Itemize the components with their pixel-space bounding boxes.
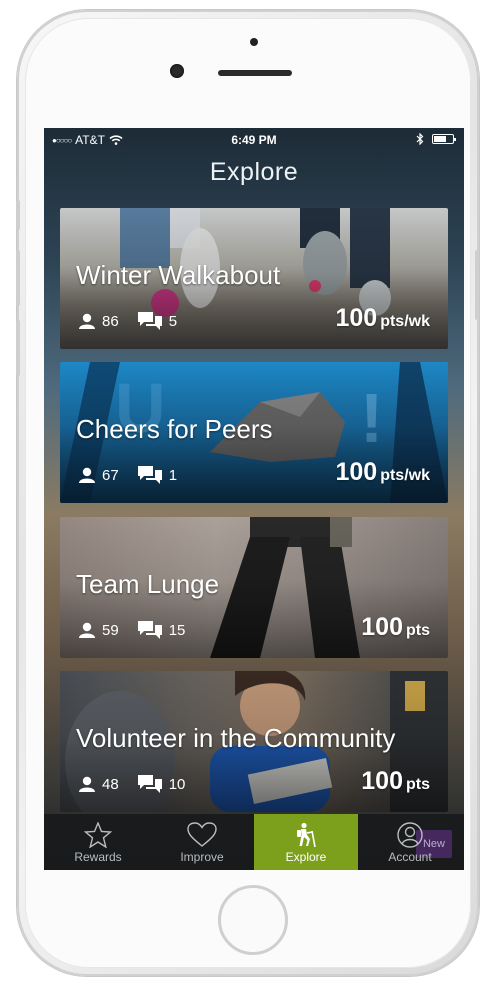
tab-label: Account [388,850,432,864]
challenge-stats: 59 15 [78,620,203,640]
comment-count: 1 [168,466,178,484]
tab-label: Explore [285,850,327,864]
points-unit: pts/wk [380,467,430,484]
person-icon [397,822,423,848]
challenge-points: 100 pts [361,767,430,796]
challenge-stats: 67 1 [78,465,195,485]
challenge-card-volunteer-in-the-community[interactable]: Volunteer in the Community 48 10 100 pts [60,671,448,812]
challenge-card-winter-walkabout[interactable]: Winter Walkabout 86 5 100 pts/wk [60,208,448,349]
star-icon [84,822,112,848]
points-value: 100 [361,613,403,641]
tab-label: Improve [180,850,224,864]
challenge-stats: 86 5 [78,311,195,331]
comment-count: 10 [168,775,186,793]
challenge-title: Volunteer in the Community [76,723,396,753]
proximity-sensor [250,38,258,46]
participants-icon [79,313,95,329]
comments-icon [137,775,162,793]
challenge-points: 100 pts/wk [335,304,430,333]
challenge-stats: 48 10 [78,774,203,794]
heart-icon [187,822,217,847]
comments-icon [137,312,162,330]
mute-switch [16,200,20,230]
challenge-card-team-lunge[interactable]: Team Lunge 59 15 100 pts [60,517,448,658]
points-unit: pts [406,622,430,639]
participant-count: 86 [102,312,119,330]
tab-rewards[interactable]: Rewards [46,814,150,870]
challenge-title: Winter Walkabout [76,260,281,290]
app-screen: ●○○○○ AT&T 6:49 PM Explore Winter Walkab… [44,128,464,870]
earpiece-speaker [218,70,292,76]
comment-count: 5 [168,312,178,330]
participant-count: 59 [102,621,119,639]
challenge-card-cheers-for-peers[interactable]: U ! Cheers for Peers 67 1 100pts/wk [60,362,448,503]
participants-icon [79,776,95,792]
points-value: 100 [335,304,378,332]
battery-icon [432,134,456,144]
power-button [475,250,479,320]
tab-explore[interactable]: Explore [254,814,358,870]
page-title: Explore [209,158,299,186]
tab-bar: Rewards Improve Explore New Account [44,814,464,870]
tab-account[interactable]: New Account [358,814,462,870]
volume-up-button [16,250,20,306]
tab-label: Rewards [74,850,122,864]
volume-down-button [16,320,20,376]
challenge-points: 100 pts [361,613,430,642]
status-bar: ●○○○○ AT&T 6:49 PM [44,128,464,150]
home-button[interactable] [218,885,288,955]
bluetooth-icon [416,133,424,145]
tab-improve[interactable]: Improve [150,814,254,870]
hiker-icon [297,822,316,848]
challenge-title: Cheers for Peers [76,414,273,444]
points-value: 100 [335,458,378,486]
points-unit: pts [406,776,430,793]
participant-count: 48 [102,775,119,793]
participants-icon [79,467,95,483]
status-time: 6:49 PM [231,133,277,147]
participants-icon [79,622,95,638]
challenge-title: Team Lunge [76,569,220,599]
points-value: 100 [361,767,403,795]
comment-count: 15 [168,621,186,639]
comments-icon [137,466,162,484]
participant-count: 67 [102,466,119,484]
challenge-points: 100 pts/wk [335,458,430,487]
comments-icon [137,621,162,639]
points-unit: pts/wk [380,313,430,330]
front-camera [170,64,184,78]
